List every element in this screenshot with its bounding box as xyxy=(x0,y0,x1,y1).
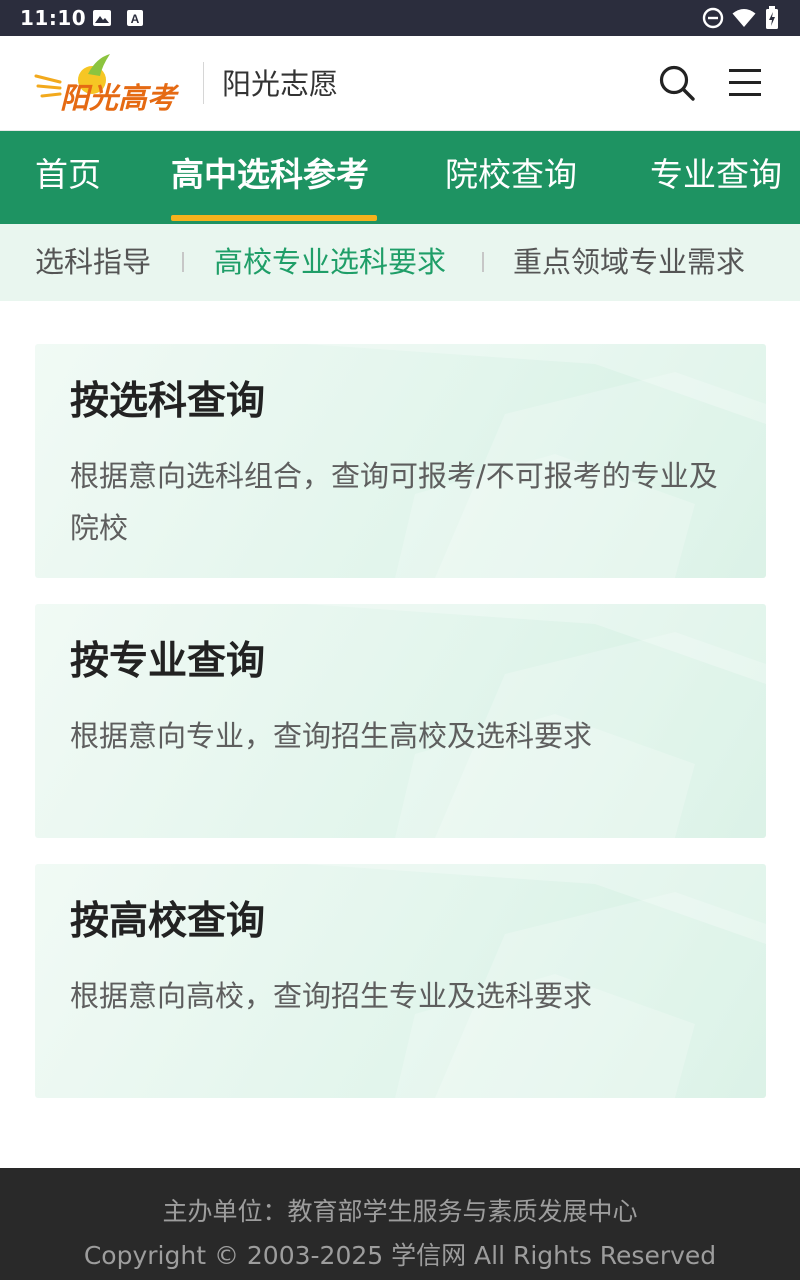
site-footer: 主办单位：教育部学生服务与素质发展中心 Copyright © 2003-202… xyxy=(0,1168,800,1280)
subtab-key-fields[interactable]: 重点领域专业需求 xyxy=(513,224,745,301)
logo-text: 阳光高考 xyxy=(60,81,180,114)
main-nav: 首页 高中选科参考 院校查询 专业查询 xyxy=(0,131,800,224)
subtab-university-requirements[interactable]: 高校专业选科要求 xyxy=(214,224,446,301)
status-bar: 11:10 A xyxy=(0,0,800,36)
do-not-disturb-icon xyxy=(702,7,724,33)
footer-copyright: Copyright © 2003-2025 学信网 All Rights Res… xyxy=(83,1241,717,1270)
status-time: 11:10 xyxy=(20,6,87,30)
menu-icon[interactable] xyxy=(727,66,763,100)
image-icon xyxy=(92,8,112,32)
subtab-guidance[interactable]: 选科指导 xyxy=(35,224,151,301)
wifi-icon xyxy=(732,8,756,32)
battery-icon xyxy=(765,6,779,34)
site-logo[interactable]: 阳光高考 xyxy=(34,52,184,115)
card-query-by-major[interactable]: 按专业查询 根据意向专业，查询招生高校及选科要求 xyxy=(35,604,766,838)
subnav-separator xyxy=(182,252,184,272)
tab-subject-selection[interactable]: 高中选科参考 xyxy=(171,131,369,224)
search-icon[interactable] xyxy=(658,64,696,102)
tab-home[interactable]: 首页 xyxy=(35,131,101,224)
card-title: 按专业查询 xyxy=(70,639,266,684)
card-description: 根据意向高校，查询招生专业及选科要求 xyxy=(70,979,593,1013)
active-tab-indicator xyxy=(171,215,377,221)
tab-school-query[interactable]: 院校查询 xyxy=(445,131,577,224)
sub-nav: 选科指导 高校专业选科要求 重点领域专业需求 xyxy=(0,224,800,301)
font-a-icon: A xyxy=(126,8,144,32)
card-description: 根据意向专业，查询招生高校及选科要求 xyxy=(70,719,593,753)
svg-text:A: A xyxy=(131,12,140,26)
footer-organizer: 主办单位：教育部学生服务与素质发展中心 xyxy=(162,1197,638,1226)
subnav-separator xyxy=(482,252,484,272)
site-header: 阳光高考 阳光志愿 xyxy=(0,36,800,131)
card-title: 按选科查询 xyxy=(70,379,266,424)
card-description: 根据意向选科组合，查询可报考/不可报考的专业及院校 xyxy=(70,459,718,545)
brand-subtitle: 阳光志愿 xyxy=(222,67,339,101)
card-title: 按高校查询 xyxy=(70,899,266,944)
tab-major-query[interactable]: 专业查询 xyxy=(650,131,782,224)
header-divider xyxy=(203,62,204,104)
card-query-by-subjects[interactable]: 按选科查询 根据意向选科组合，查询可报考/不可报考的专业及院校 xyxy=(35,344,766,578)
card-query-by-university[interactable]: 按高校查询 根据意向高校，查询招生专业及选科要求 xyxy=(35,864,766,1098)
